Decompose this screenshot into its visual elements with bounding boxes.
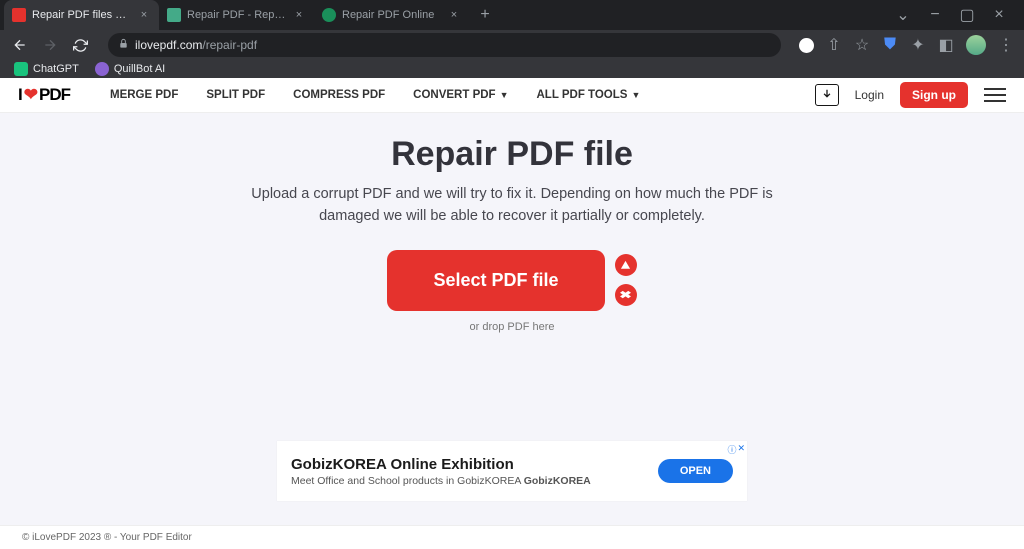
chevron-down-icon: ▼ [500, 90, 509, 100]
bookmark-label: QuillBot AI [114, 63, 165, 75]
bookmark-icon [14, 62, 28, 76]
close-icon[interactable]: × [992, 8, 1006, 22]
url-input[interactable]: ilovepdf.com/repair-pdf [108, 33, 781, 57]
logo-i: I [18, 85, 22, 105]
bookmark-label: ChatGPT [33, 63, 79, 75]
close-icon[interactable]: × [137, 8, 151, 22]
nav-merge-pdf[interactable]: MERGE PDF [110, 89, 178, 101]
menu-button[interactable] [984, 84, 1006, 106]
tab-title: Repair PDF files online. Free too [32, 9, 131, 21]
forward-button[interactable] [40, 35, 60, 55]
close-icon[interactable]: ✕ [737, 443, 745, 456]
bookmarks-bar: ChatGPT QuillBot AI [0, 60, 1024, 78]
translate-icon[interactable] [799, 38, 814, 53]
new-tab-button[interactable]: + [473, 3, 497, 27]
close-icon[interactable]: × [447, 8, 461, 22]
site-header: I ❤ PDF MERGE PDF SPLIT PDF COMPRESS PDF… [0, 78, 1024, 113]
logo-pdf: PDF [39, 85, 70, 105]
nav-split-pdf[interactable]: SPLIT PDF [206, 89, 265, 101]
browser-tab[interactable]: Repair PDF files online. Free too × [4, 0, 159, 30]
main-content: Repair PDF file Upload a corrupt PDF and… [0, 113, 1024, 525]
nav-convert-pdf[interactable]: CONVERT PDF ▼ [413, 89, 508, 101]
chevron-down-icon[interactable]: ⌄ [896, 8, 910, 22]
nav-label: CONVERT PDF [413, 89, 495, 101]
nav-compress-pdf[interactable]: COMPRESS PDF [293, 89, 385, 101]
bookmark-icon[interactable]: ☆ [854, 37, 870, 53]
info-icon[interactable]: ⓘ [727, 443, 736, 456]
extensions-icon[interactable]: ✦ [910, 37, 926, 53]
close-icon[interactable]: × [292, 8, 306, 22]
nav-label: ALL PDF TOOLS [537, 89, 628, 101]
footer-text: © iLovePDF 2023 ® - Your PDF Editor [22, 532, 192, 543]
tab-favicon-icon [12, 8, 26, 22]
nav-label: COMPRESS PDF [293, 89, 385, 101]
bookmark-icon [95, 62, 109, 76]
share-icon[interactable]: ⇧ [826, 37, 842, 53]
back-button[interactable] [10, 35, 30, 55]
ad-info-close[interactable]: ⓘ✕ [727, 443, 745, 456]
drop-hint: or drop PDF here [470, 321, 555, 333]
footer: © iLovePDF 2023 ® - Your PDF Editor [0, 525, 1024, 549]
dropbox-button[interactable] [615, 284, 637, 306]
menu-icon[interactable]: ⋮ [998, 37, 1014, 53]
page-subtitle: Upload a corrupt PDF and we will try to … [242, 184, 782, 228]
ad-title: GobizKOREA Online Exhibition [291, 456, 658, 473]
minimize-icon[interactable]: − [928, 8, 942, 22]
chevron-down-icon: ▼ [631, 90, 640, 100]
nav-label: SPLIT PDF [206, 89, 265, 101]
maximize-icon[interactable]: ▢ [960, 8, 974, 22]
tab-title: Repair PDF - Repair PDF online f [187, 9, 286, 21]
ad-open-button[interactable]: OPEN [658, 459, 733, 483]
tab-favicon-icon [167, 8, 181, 22]
ad-description: Meet Office and School products in Gobiz… [291, 475, 658, 487]
browser-tab-bar: Repair PDF files online. Free too × Repa… [0, 0, 1024, 30]
login-link[interactable]: Login [855, 88, 884, 102]
nav-label: MERGE PDF [110, 89, 178, 101]
bookmark-chatgpt[interactable]: ChatGPT [14, 62, 79, 76]
bookmark-quillbot[interactable]: QuillBot AI [95, 62, 165, 76]
browser-tab[interactable]: Repair PDF - Repair PDF online f × [159, 0, 314, 30]
page-title: Repair PDF file [391, 135, 633, 174]
logo[interactable]: I ❤ PDF [18, 85, 70, 105]
address-bar: ilovepdf.com/repair-pdf ⇧ ☆ ⛊ ✦ ◧ ⋮ [0, 30, 1024, 60]
tab-favicon-icon [322, 8, 336, 22]
select-pdf-button[interactable]: Select PDF file [387, 250, 604, 311]
browser-tab[interactable]: Repair PDF Online × [314, 0, 469, 30]
signup-button[interactable]: Sign up [900, 82, 968, 108]
profile-avatar[interactable] [966, 35, 986, 55]
shield-icon[interactable]: ⛊ [882, 37, 898, 53]
download-app-button[interactable] [815, 84, 839, 106]
reload-button[interactable] [70, 35, 90, 55]
tab-title: Repair PDF Online [342, 9, 441, 21]
nav-all-tools[interactable]: ALL PDF TOOLS▼ [537, 89, 641, 101]
heart-icon: ❤ [24, 85, 37, 105]
url-text: ilovepdf.com/repair-pdf [135, 38, 257, 52]
google-drive-button[interactable] [615, 254, 637, 276]
advertisement[interactable]: GobizKOREA Online Exhibition Meet Office… [277, 441, 747, 501]
panel-icon[interactable]: ◧ [938, 37, 954, 53]
lock-icon [118, 38, 129, 52]
window-controls: ⌄ − ▢ × [896, 8, 1020, 22]
